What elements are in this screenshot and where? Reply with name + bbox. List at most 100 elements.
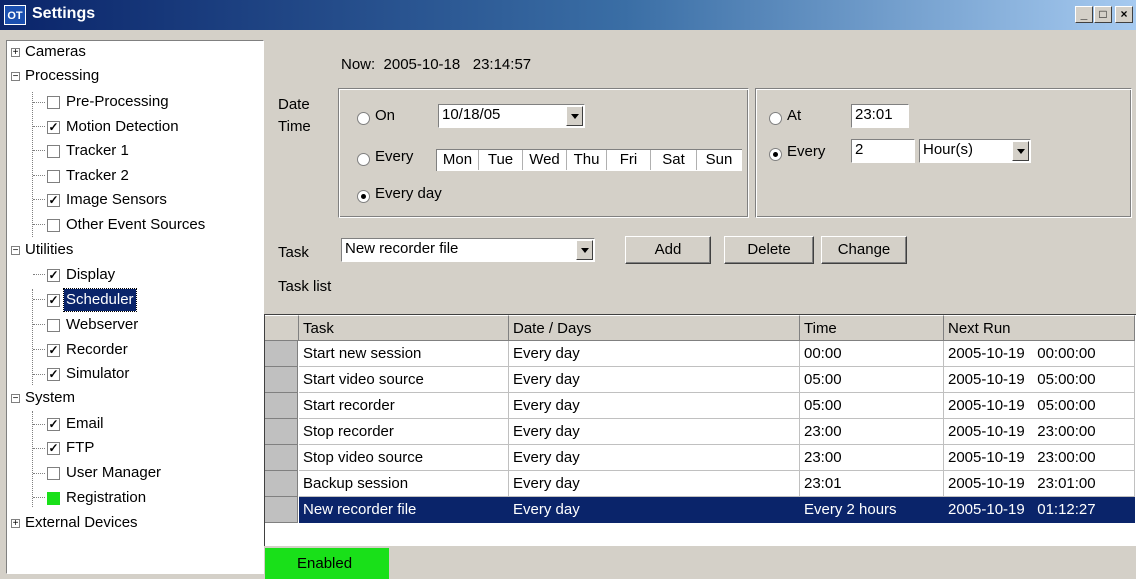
task-select[interactable]: New recorder file (341, 238, 595, 262)
table-cell[interactable]: Every day (509, 445, 800, 471)
table-cell[interactable]: 23:01 (800, 471, 944, 497)
at-radio[interactable] (769, 112, 782, 125)
table-row[interactable]: Start new session Every day 00:00 2005-10-1… (265, 341, 1135, 367)
table-cell[interactable]: Start new session (299, 341, 509, 367)
table-cell[interactable]: New recorder file (299, 497, 509, 523)
table-cell[interactable]: 2005-10-19 23:00:00 (944, 419, 1135, 445)
day-tue[interactable]: Tue (479, 150, 523, 170)
table-cell[interactable]: Start video source (299, 367, 509, 393)
table-cell[interactable]: Start recorder (299, 393, 509, 419)
table-cell[interactable]: 2005-10-19 01:12:27 (944, 497, 1135, 523)
column-header-task[interactable]: Task (299, 315, 509, 341)
checkbox-webserver[interactable] (47, 319, 60, 332)
table-cell[interactable]: Every 2 hours (800, 497, 944, 523)
day-sat[interactable]: Sat (651, 150, 697, 170)
table-row[interactable]: Backup session Every day 23:01 2005-10-19 2… (265, 471, 1135, 497)
collapse-icon[interactable]: − (11, 246, 20, 256)
checkbox-display[interactable]: ✓ (47, 269, 60, 282)
table-cell[interactable]: Every day (509, 393, 800, 419)
row-header[interactable] (265, 471, 298, 497)
table-cell[interactable]: Every day (509, 367, 800, 393)
table-row[interactable]: Stop video source Every day 23:00 2005-10-1… (265, 445, 1135, 471)
collapse-icon[interactable]: − (11, 394, 20, 404)
at-time-input[interactable]: 23:01 (851, 104, 909, 128)
tree-connector (33, 150, 45, 151)
table-cell[interactable]: Stop recorder (299, 419, 509, 445)
day-mon[interactable]: Mon (437, 150, 479, 170)
row-header[interactable] (265, 419, 298, 445)
table-row[interactable]: Stop recorder Every day 23:00 2005-10-19 23… (265, 419, 1135, 445)
table-cell[interactable]: Every day (509, 497, 800, 523)
checkbox-simulator[interactable]: ✓ (47, 368, 60, 381)
close-button[interactable]: × (1115, 6, 1133, 23)
window-title: Settings (32, 5, 96, 22)
add-button[interactable]: Add (625, 236, 711, 264)
checkbox-user-manager[interactable] (47, 467, 60, 480)
day-sun[interactable]: Sun (697, 150, 741, 170)
checkbox-other-event-sources[interactable] (47, 219, 60, 232)
row-header[interactable] (265, 367, 298, 393)
checkbox-image-sensors[interactable]: ✓ (47, 194, 60, 207)
table-cell[interactable]: Backup session (299, 471, 509, 497)
chevron-down-icon[interactable] (566, 106, 583, 126)
day-fri[interactable]: Fri (607, 150, 651, 170)
expand-icon[interactable]: + (11, 48, 20, 58)
interval-input[interactable]: 2 (851, 139, 915, 163)
table-cell[interactable]: 05:00 (800, 393, 944, 419)
table-cell[interactable]: 2005-10-19 05:00:00 (944, 367, 1135, 393)
table-cell[interactable]: 2005-10-19 00:00:00 (944, 341, 1135, 367)
table-cell[interactable]: 2005-10-19 23:00:00 (944, 445, 1135, 471)
chevron-down-icon[interactable] (576, 240, 593, 260)
row-header[interactable] (265, 341, 298, 367)
table-cell[interactable]: Every day (509, 341, 800, 367)
table-row[interactable]: Start recorder Every day 05:00 2005-10-19 0… (265, 393, 1135, 419)
table-cell[interactable]: Stop video source (299, 445, 509, 471)
settings-tree[interactable]: + Cameras − Processing Pre-Processing ✓ … (6, 40, 264, 574)
registration-status-icon (47, 492, 60, 505)
row-header[interactable] (265, 393, 298, 419)
every-days-radio[interactable] (357, 153, 370, 166)
checkbox-scheduler[interactable]: ✓ (47, 294, 60, 307)
maximize-button[interactable]: □ (1094, 6, 1112, 23)
table-cell[interactable]: 23:00 (800, 445, 944, 471)
checkbox-recorder[interactable]: ✓ (47, 344, 60, 357)
checkbox-ftp[interactable]: ✓ (47, 442, 60, 455)
tree-connector (33, 224, 45, 225)
checkbox-tracker2[interactable] (47, 170, 60, 183)
title-bar[interactable]: OT Settings _ □ × (0, 0, 1136, 30)
collapse-icon[interactable]: − (11, 72, 20, 82)
task-list-grid[interactable]: Task Date / Days Time Next Run Start new… (264, 314, 1136, 546)
table-cell[interactable]: Every day (509, 419, 800, 445)
checkbox-preprocessing[interactable] (47, 96, 60, 109)
table-cell[interactable]: 23:00 (800, 419, 944, 445)
table-cell[interactable]: 2005-10-19 05:00:00 (944, 393, 1135, 419)
delete-button[interactable]: Delete (724, 236, 814, 264)
row-header[interactable] (265, 497, 298, 523)
table-cell[interactable]: 05:00 (800, 367, 944, 393)
every-day-radio[interactable] (357, 190, 370, 203)
chevron-down-icon[interactable] (1012, 141, 1029, 161)
on-radio[interactable] (357, 112, 370, 125)
column-header-time[interactable]: Time (800, 315, 944, 341)
day-wed[interactable]: Wed (523, 150, 567, 170)
table-row[interactable]: New recorder file Every day Every 2 hours 2… (265, 497, 1135, 523)
checkbox-tracker1[interactable] (47, 145, 60, 158)
checkbox-motion-detection[interactable]: ✓ (47, 121, 60, 134)
tree-connector (33, 274, 45, 275)
date-picker[interactable]: 10/18/05 (438, 104, 585, 128)
table-row[interactable]: Start video source Every day 05:00 2005-10-… (265, 367, 1135, 393)
table-cell[interactable]: 00:00 (800, 341, 944, 367)
row-header[interactable] (265, 445, 298, 471)
column-header-next-run[interactable]: Next Run (944, 315, 1135, 341)
tree-connector (32, 92, 33, 237)
change-button[interactable]: Change (821, 236, 907, 264)
interval-unit-select[interactable]: Hour(s) (919, 139, 1031, 163)
day-thu[interactable]: Thu (567, 150, 607, 170)
minimize-button[interactable]: _ (1075, 6, 1093, 23)
table-cell[interactable]: Every day (509, 471, 800, 497)
checkbox-email[interactable]: ✓ (47, 418, 60, 431)
every-interval-radio[interactable] (769, 148, 782, 161)
column-header-date-days[interactable]: Date / Days (509, 315, 800, 341)
expand-icon[interactable]: + (11, 519, 20, 529)
table-cell[interactable]: 2005-10-19 23:01:00 (944, 471, 1135, 497)
